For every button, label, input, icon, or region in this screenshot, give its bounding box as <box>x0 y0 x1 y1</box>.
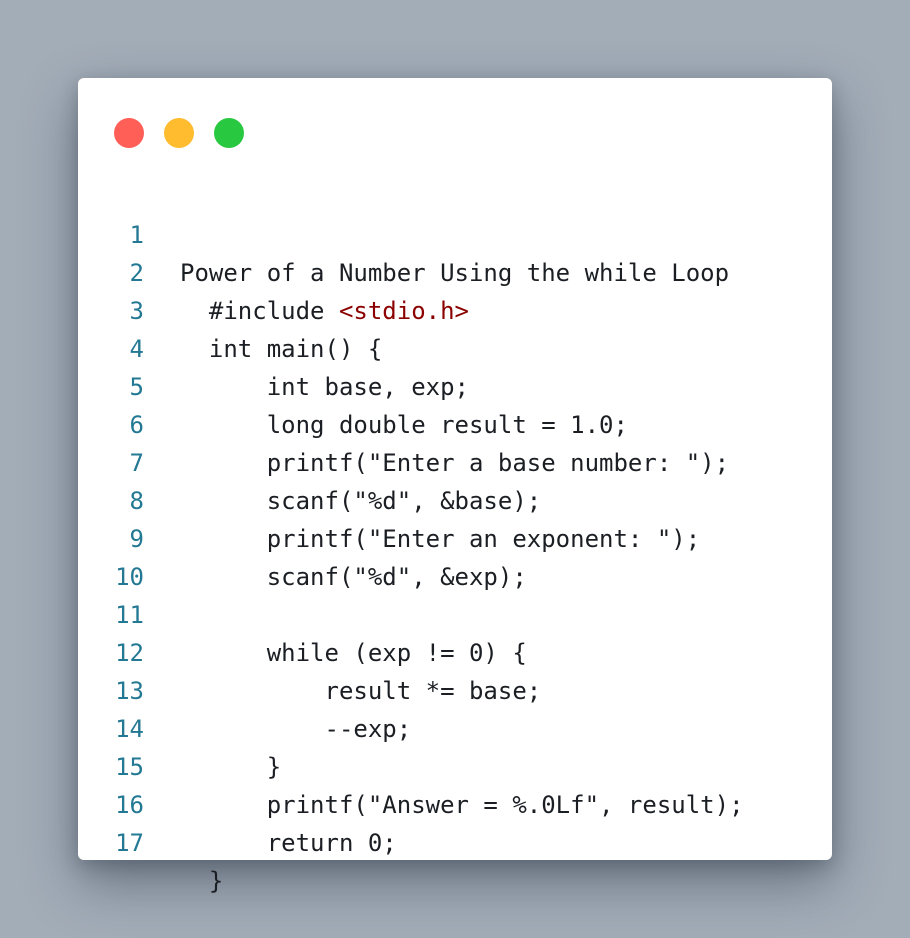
code-line: 5 long double result = 1.0; <box>78 330 832 439</box>
code-text: return 0; <box>180 829 397 857</box>
maximize-dot-icon[interactable] <box>214 118 244 148</box>
code-line: 14 } <box>78 672 832 781</box>
code-text: } <box>180 867 224 895</box>
code-line: 10 <box>78 520 832 591</box>
close-dot-icon[interactable] <box>114 118 144 148</box>
line-number: 17 <box>115 829 144 857</box>
code-line: 2 #include <stdio.h> <box>78 216 832 325</box>
code-line: 15 printf("Answer = %.0Lf", result); <box>78 710 832 819</box>
code-line: 13 --exp; <box>78 634 832 743</box>
code-line: 1 Power of a Number Using the while Loop <box>78 178 832 287</box>
code-line: 12 result *= base; <box>78 596 832 705</box>
code-window: 1 Power of a Number Using the while Loop… <box>78 78 832 895</box>
code-line: 11 while (exp != 0) { <box>78 558 832 667</box>
code-line: 8 printf("Enter an exponent: "); <box>78 444 832 553</box>
code-line: 4 int base, exp; <box>78 292 832 401</box>
code-block: 1 Power of a Number Using the while Loop… <box>78 178 832 895</box>
code-line: 9 scanf("%d", &exp); <box>78 482 832 591</box>
code-line: 3 int main() { <box>78 254 832 363</box>
code-line: 16 return 0; <box>78 748 832 857</box>
code-line: 7 scanf("%d", &base); <box>78 406 832 515</box>
code-line: 6 printf("Enter a base number: "); <box>78 368 832 477</box>
minimize-dot-icon[interactable] <box>164 118 194 148</box>
code-line: 17 } <box>78 786 832 895</box>
